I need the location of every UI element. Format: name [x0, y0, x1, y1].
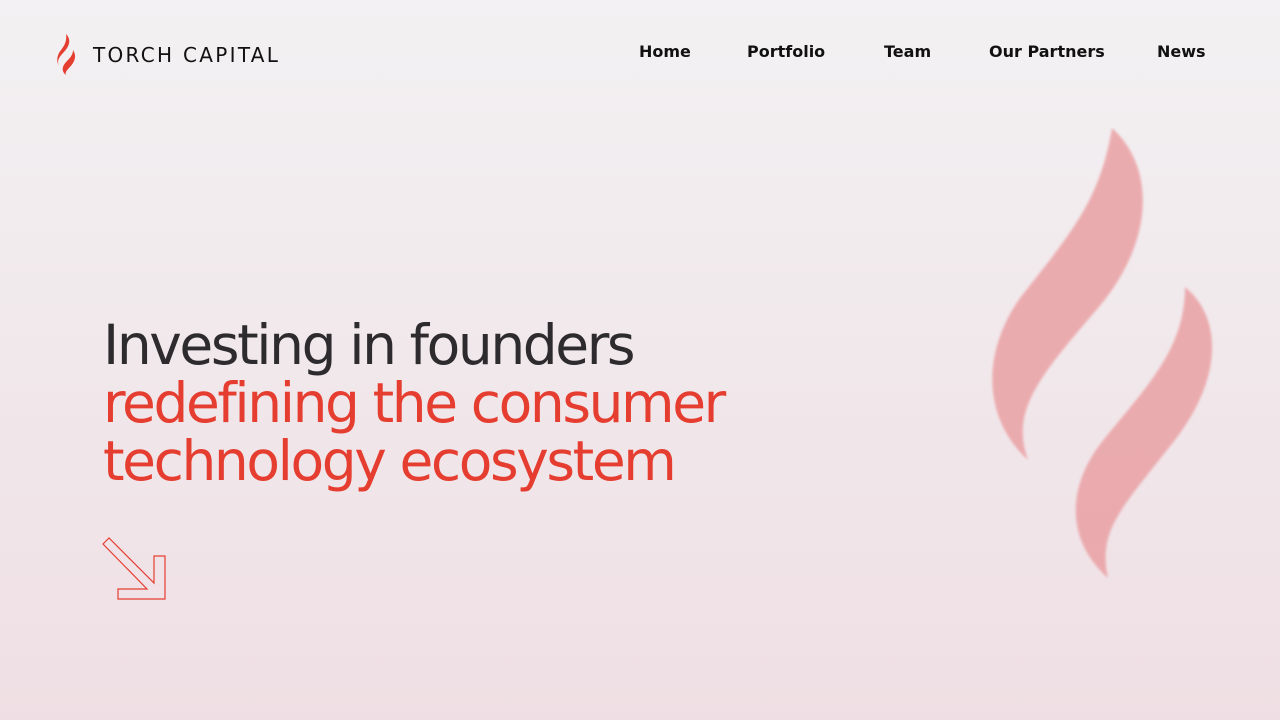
site-header: TORCH CAPITAL Home Portfolio Team Our Pa… — [0, 0, 1280, 104]
hero-line-2: redefining the consumer — [103, 371, 726, 435]
nav-team[interactable]: Team — [884, 41, 931, 63]
nav-portfolio[interactable]: Portfolio — [747, 41, 825, 63]
arrow-down-right-icon[interactable] — [100, 535, 168, 603]
flame-graphic — [992, 128, 1213, 578]
hero-line-3: technology ecosystem — [103, 429, 677, 493]
nav-home[interactable]: Home — [639, 41, 691, 63]
nav-news[interactable]: News — [1157, 41, 1206, 63]
brand-name: TORCH CAPITAL — [93, 43, 281, 67]
brand-logo-link[interactable]: TORCH CAPITAL — [55, 33, 280, 75]
hero-line-1: Investing in founders — [103, 313, 636, 377]
hero-headline: Investing in founders redefining the con… — [103, 316, 923, 490]
flame-logo-icon — [57, 34, 76, 75]
hero-section: Investing in founders redefining the con… — [103, 316, 923, 490]
nav-our-partners[interactable]: Our Partners — [989, 41, 1105, 63]
